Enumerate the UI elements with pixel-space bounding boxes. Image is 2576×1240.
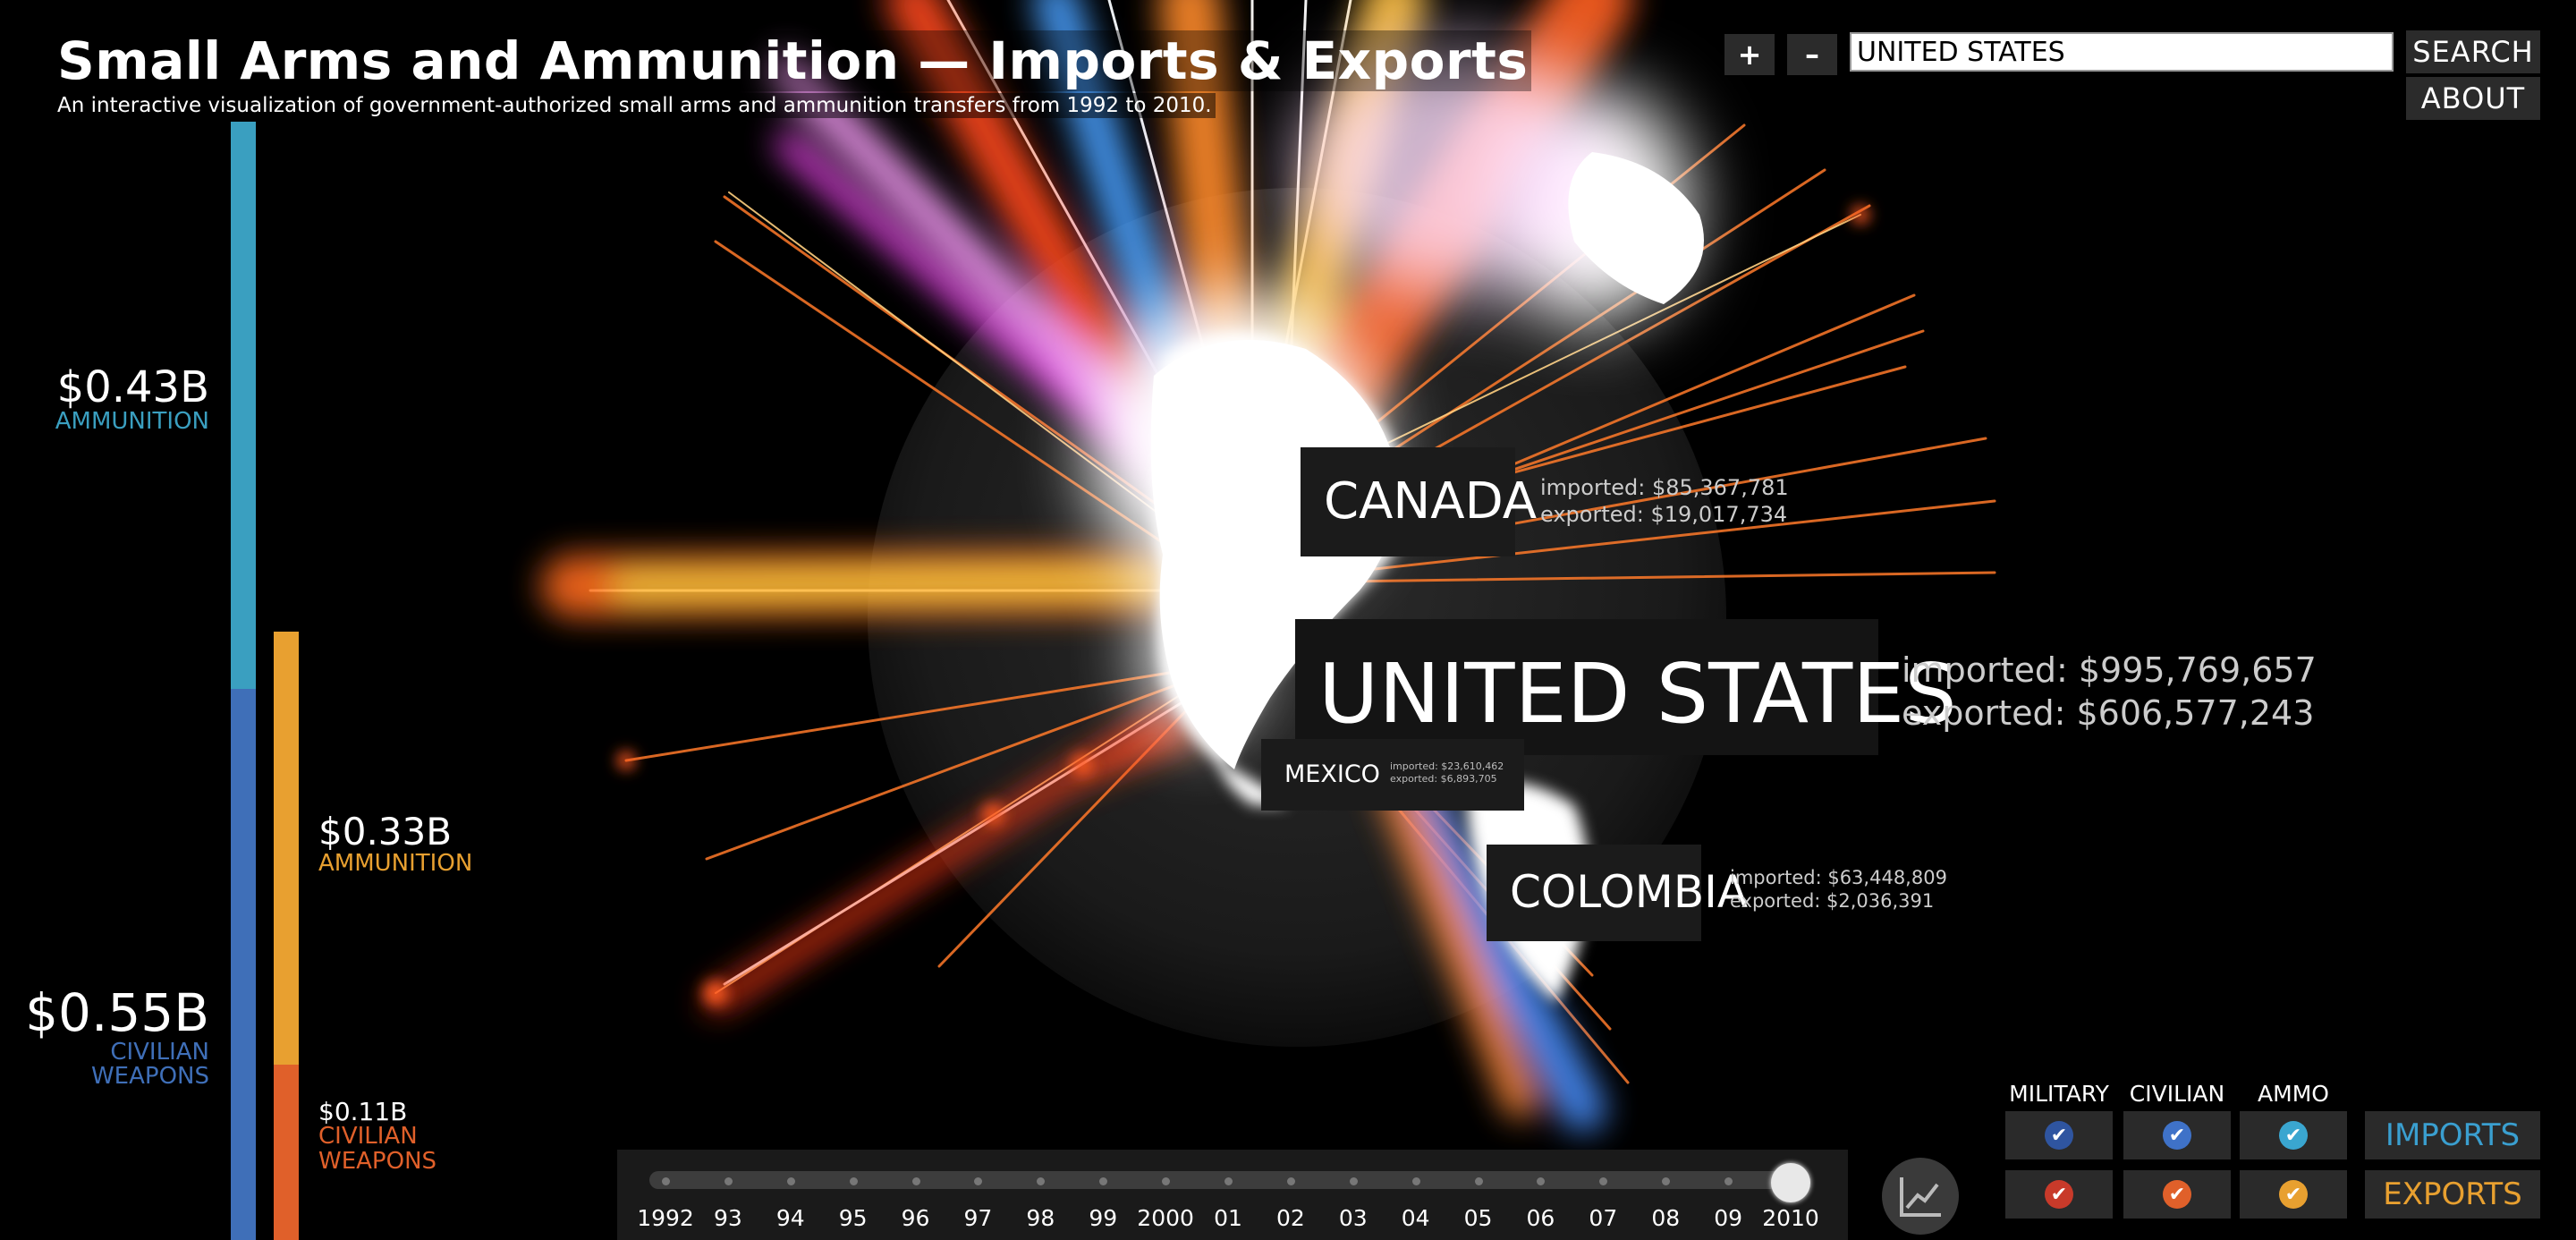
colombia-imported: imported: $63,448,809 [1730,867,1947,888]
timeline-year-label[interactable]: 01 [1214,1205,1242,1231]
import-civilian-checkbox[interactable]: ✔ [2123,1111,2231,1159]
export-ammo-checkbox[interactable]: ✔ [2240,1170,2347,1219]
united-states-imported: imported: $995,769,657 [1902,650,2317,690]
import-ammo-checkbox[interactable]: ✔ [2240,1111,2347,1159]
mexico-stats: imported: $23,610,462 exported: $6,893,7… [1390,760,1504,786]
export-civilian-checkbox[interactable]: ✔ [2123,1170,2231,1219]
page-subtitle: An interactive visualization of governme… [54,93,1216,118]
timeline-year-label[interactable]: 94 [776,1205,805,1231]
military-filter-heading: MILITARY [2009,1081,2109,1107]
import-ammunition-legend: $0.43B AMMUNITION [55,365,209,435]
check-icon: ✔ [2163,1121,2191,1150]
timeline-year-label[interactable]: 07 [1589,1205,1617,1231]
timeline-year-label[interactable]: 04 [1402,1205,1430,1231]
country-label-canada[interactable]: CANADA [1301,447,1537,556]
timeline-tick[interactable] [1286,1177,1295,1185]
timeline-tick[interactable] [662,1177,670,1185]
timeline-year-label[interactable]: 99 [1089,1205,1117,1231]
import-civilian-legend: $0.55B CIVILIAN WEAPONS [25,986,209,1089]
timeline-tick[interactable] [786,1177,795,1185]
mexico-imported: imported: $23,610,462 [1390,760,1504,772]
timeline-year-label[interactable]: 09 [1714,1205,1742,1231]
country-name: CANADA [1324,472,1538,531]
import-civilian-value: $0.55B [25,982,209,1043]
line-chart-icon [1900,1177,1941,1217]
export-civilian-weapons-bar [274,1065,299,1240]
timeline-year-label[interactable]: 06 [1527,1205,1555,1231]
timeline-tick[interactable] [1224,1177,1233,1185]
timeline-year-label[interactable]: 2010 [1762,1205,1819,1231]
zoom-out-button[interactable]: – [1787,34,1837,75]
colombia-exported: exported: $2,036,391 [1730,890,1935,913]
timeline-tick[interactable] [1411,1177,1420,1185]
import-civilian-label-1: CIVILIAN [110,1038,209,1066]
timeline-slider-handle[interactable] [1771,1163,1810,1202]
exports-toggle[interactable]: EXPORTS [2365,1170,2540,1219]
check-icon: ✔ [2279,1121,2308,1150]
export-civilian-value: $0.11B [318,1097,408,1126]
timeline-year-label[interactable]: 08 [1651,1205,1680,1231]
check-icon: ✔ [2279,1180,2308,1209]
import-civilian-weapons-bar [231,689,256,1240]
united-states-stats: imported: $995,769,657 exported: $606,57… [1902,650,2317,735]
import-ammunition-label: AMMUNITION [55,408,209,436]
mexico-exported: exported: $6,893,705 [1390,773,1497,786]
timeline-year-label[interactable]: 95 [839,1205,868,1231]
timeline-year-label[interactable]: 05 [1464,1205,1493,1231]
timeline-year-label[interactable]: 2000 [1137,1205,1194,1231]
page-title: Small Arms and Ammunition — Imports & Ex… [54,30,1532,91]
timeline-year-label[interactable]: 97 [964,1205,993,1231]
export-civilian-label-1: CIVILIAN [318,1123,418,1151]
timeline-year-label[interactable]: 02 [1276,1205,1305,1231]
country-name: MEXICO [1284,760,1380,788]
export-ammunition-legend: $0.33B AMMUNITION [318,810,473,878]
export-ammunition-bar [274,632,299,1065]
timeline[interactable]: 1992 93 94 95 96 97 98 99 2000 01 02 03 04 05 06 07 08 09… [617,1150,1848,1240]
export-ammunition-label: AMMUNITION [318,850,473,878]
imports-toggle[interactable]: IMPORTS [2365,1111,2540,1159]
chart-toggle-button[interactable] [1882,1158,1959,1235]
timeline-tick[interactable] [849,1177,858,1185]
check-icon: ✔ [2163,1180,2191,1209]
export-military-checkbox[interactable]: ✔ [2005,1170,2113,1219]
globe-visualization[interactable] [0,0,2576,1240]
import-civilian-label-2: WEAPONS [90,1063,209,1091]
united-states-exported: exported: $606,577,243 [1902,692,2315,733]
search-button[interactable]: SEARCH [2406,30,2540,73]
check-icon: ✔ [2045,1121,2073,1150]
canada-imported: imported: $85,367,781 [1540,475,1789,500]
civilian-filter-heading: CIVILIAN [2129,1081,2225,1107]
import-ammunition-bar [231,122,256,689]
timeline-year-label[interactable]: 03 [1339,1205,1368,1231]
timeline-year-label[interactable]: 1992 [637,1205,694,1231]
timeline-tick[interactable] [724,1177,733,1185]
colombia-stats: imported: $63,448,809 exported: $2,036,3… [1730,866,1947,913]
about-button[interactable]: ABOUT [2406,77,2540,120]
country-name: COLOMBIA [1510,866,1749,918]
timeline-tick[interactable] [1474,1177,1483,1185]
timeline-tick[interactable] [1349,1177,1358,1185]
search-input[interactable] [1850,32,2394,72]
canada-exported: exported: $19,017,734 [1540,502,1788,527]
timeline-year-label[interactable]: 98 [1026,1205,1055,1231]
timeline-year-label[interactable]: 93 [714,1205,742,1231]
export-ammunition-value: $0.33B [318,810,453,854]
country-label-united-states[interactable]: UNITED STATES [1295,619,1957,755]
check-icon: ✔ [2045,1180,2073,1209]
ammo-filter-heading: AMMO [2258,1081,2329,1107]
country-name: UNITED STATES [1318,646,1957,742]
country-label-mexico[interactable]: MEXICO imported: $23,610,462 exported: $… [1261,739,1524,811]
zoom-in-button[interactable]: + [1724,34,1775,75]
canada-stats: imported: $85,367,781 exported: $19,017,… [1540,474,1789,528]
timeline-year-label[interactable]: 96 [902,1205,930,1231]
country-label-colombia[interactable]: COLOMBIA [1487,845,1748,941]
timeline-tick[interactable] [911,1177,920,1185]
export-civilian-label-2: WEAPONS [318,1147,437,1175]
import-military-checkbox[interactable]: ✔ [2005,1111,2113,1159]
import-ammunition-value: $0.43B [56,362,209,412]
export-civilian-legend: $0.11B CIVILIAN WEAPONS [318,1099,436,1174]
